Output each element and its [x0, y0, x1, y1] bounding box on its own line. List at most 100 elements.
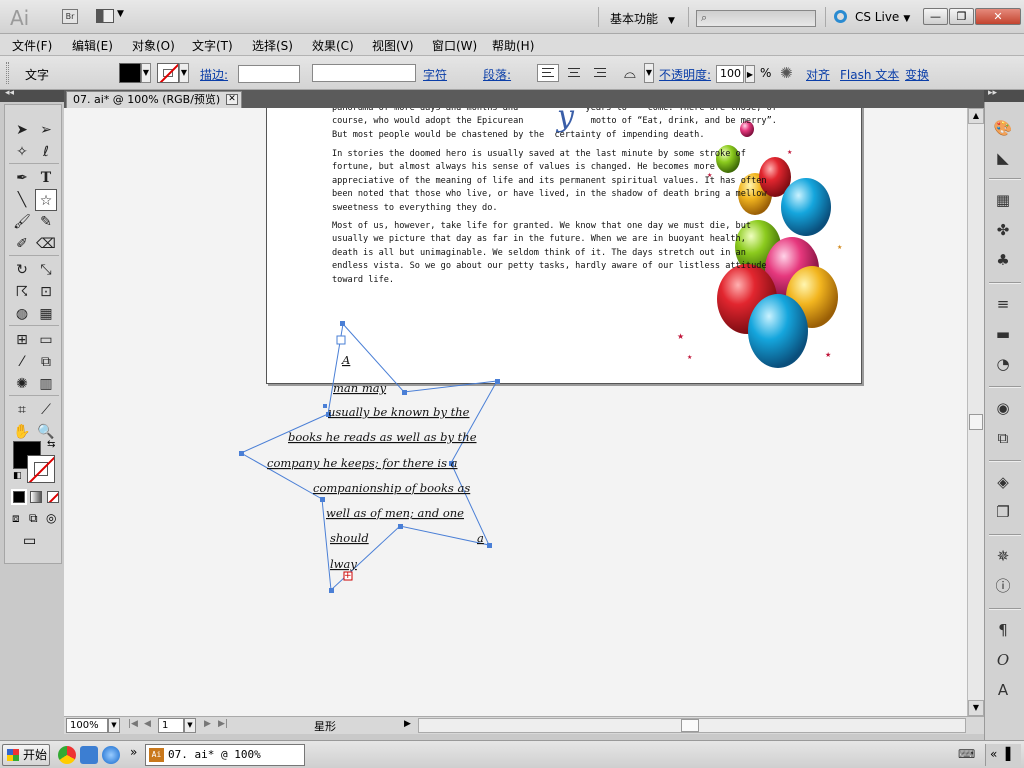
pen-tool-icon[interactable]: ✒ [11, 167, 33, 189]
lasso-icon[interactable]: ℓ [35, 141, 57, 163]
menu-edit[interactable]: 编辑(E) [72, 37, 113, 54]
chevron-right-icon[interactable]: » [130, 745, 137, 759]
opacity-label[interactable]: 不透明度: [659, 66, 711, 83]
star-tool-icon[interactable]: ☆ [35, 189, 57, 211]
start-button[interactable]: 开始 [2, 744, 50, 766]
menu-view[interactable]: 视图(V) [372, 37, 414, 54]
blob-brush-icon[interactable]: ✐ [11, 233, 33, 255]
menu-effect[interactable]: 效果(C) [312, 37, 354, 54]
panel-dock-header[interactable]: ▸▸ [984, 88, 1024, 102]
navigator-icon[interactable]: ✵ [993, 546, 1013, 566]
stroke-color-swatch[interactable] [27, 455, 55, 483]
star-text-object[interactable]: + A man may usually be known by the book… [64, 108, 967, 716]
draw-behind-icon[interactable]: ⧉ [29, 511, 38, 526]
expand-icon[interactable]: ▸▸ [988, 88, 997, 98]
info-icon[interactable]: ⓘ [993, 576, 1013, 596]
transform-panel-link[interactable]: 变换 [905, 66, 929, 83]
scroll-thumb[interactable] [681, 719, 699, 732]
scale-tool-icon[interactable]: ⤡ [35, 259, 57, 281]
selection-tool-icon[interactable]: ➤ [11, 119, 33, 141]
swap-colors-icon[interactable]: ⇆ [47, 439, 55, 450]
blend-tool-icon[interactable]: ⧉ [35, 351, 57, 373]
stroke-weight-field[interactable] [238, 65, 300, 83]
graph-tool-icon[interactable]: ▥ [35, 373, 57, 395]
brushes-icon[interactable]: ✤ [993, 220, 1013, 240]
minimize-button[interactable]: — [923, 8, 948, 25]
internet-explorer-icon[interactable] [102, 746, 120, 764]
layers-icon[interactable]: ◈ [993, 472, 1013, 492]
gradient-mode-button[interactable] [30, 491, 42, 503]
mesh-tool-icon[interactable]: ⊞ [11, 329, 33, 351]
text-in-port[interactable] [336, 335, 346, 345]
color-mode-button[interactable] [11, 489, 27, 505]
opacity-field[interactable]: 100 [716, 65, 744, 83]
keyboard-icon[interactable]: ⌨ [958, 747, 975, 761]
menu-select[interactable]: 选择(S) [252, 37, 293, 54]
align-panel-link[interactable]: 对齐 [806, 66, 830, 83]
vertical-scrollbar[interactable]: ▲ ▼ [967, 108, 984, 716]
swatches-icon[interactable]: ▦ [993, 190, 1013, 210]
arrange-documents-button[interactable]: ▼ [96, 9, 130, 25]
close-tab-button[interactable]: ✕ [226, 94, 238, 105]
zoom-dropdown[interactable]: ▼ [108, 718, 120, 733]
menu-type[interactable]: 文字(T) [192, 37, 233, 54]
close-button[interactable]: ✕ [975, 8, 1021, 25]
eyedropper-icon[interactable]: ⁄ [11, 351, 33, 373]
restore-button[interactable]: ❐ [949, 8, 974, 25]
screen-mode-icon[interactable]: ▭ [23, 533, 36, 549]
prev-artboard-button[interactable]: ◀ [144, 719, 151, 729]
opacity-stepper[interactable]: ▶ [745, 65, 755, 83]
line-tool-icon[interactable]: ╲ [11, 189, 33, 211]
fill-dropdown[interactable]: ▼ [141, 63, 151, 83]
rotate-tool-icon[interactable]: ↻ [11, 259, 33, 281]
network-icon[interactable]: ▐ [1001, 747, 1010, 761]
chrome-icon[interactable] [58, 746, 76, 764]
character-icon[interactable]: A [993, 680, 1013, 700]
menu-object[interactable]: 对象(O) [132, 37, 175, 54]
default-colors-icon[interactable]: ◧ [13, 471, 22, 481]
status-menu-arrow[interactable]: ▶ [404, 719, 411, 729]
next-artboard-button[interactable]: ▶ [204, 719, 211, 729]
artboard-number-field[interactable]: 1 [158, 718, 184, 733]
slice-tool-icon[interactable]: ⟋ [35, 399, 57, 421]
menu-file[interactable]: 文件(F) [12, 37, 52, 54]
artboard-tool-icon[interactable]: ⌗ [11, 399, 33, 421]
symbols-icon[interactable]: ♣ [993, 250, 1013, 270]
symbol-sprayer-icon[interactable]: ✺ [11, 373, 33, 395]
shape-builder-icon[interactable]: ◍ [11, 303, 33, 325]
transparency-icon[interactable]: ◔ [993, 354, 1013, 374]
bridge-button[interactable]: Br [62, 9, 78, 24]
envelope-icon[interactable]: ⌓ [624, 64, 636, 82]
type-tool-icon[interactable]: T [35, 167, 57, 189]
color-panel-icon[interactable]: 🎨 [993, 118, 1013, 138]
flash-text-link[interactable]: Flash 文本 [840, 66, 899, 83]
artboard-dropdown[interactable]: ▼ [184, 718, 196, 733]
panel-grip[interactable] [6, 62, 9, 84]
horizontal-scrollbar[interactable] [418, 718, 966, 733]
color-guide-icon[interactable]: ◣ [993, 148, 1013, 168]
fill-swatch[interactable] [119, 63, 141, 83]
stroke-swatch[interactable] [157, 63, 179, 83]
collapse-icon[interactable]: ◂◂ [5, 88, 14, 98]
artboards-icon[interactable]: ❐ [993, 502, 1013, 522]
align-center-button[interactable] [563, 64, 585, 82]
opentype-icon[interactable]: O [993, 650, 1013, 670]
font-family-field[interactable] [312, 64, 416, 82]
gradient-tool-icon[interactable]: ▭ [35, 329, 57, 351]
magic-wand-icon[interactable]: ✧ [11, 141, 33, 163]
warp-tool-icon[interactable]: ☈ [11, 281, 33, 303]
zoom-field[interactable]: 100% [66, 718, 108, 733]
none-mode-button[interactable] [47, 491, 59, 503]
workspace-switcher[interactable]: 基本功能 ▼ [610, 10, 675, 27]
menu-help[interactable]: 帮助(H) [492, 37, 534, 54]
stroke-panel-link[interactable]: 描边: [200, 66, 228, 83]
pencil-icon[interactable]: ✎ [35, 211, 57, 233]
envelope-dropdown[interactable]: ▼ [644, 63, 654, 83]
eraser-icon[interactable]: ⌫ [35, 233, 57, 255]
paragraph-icon[interactable]: ¶ [993, 620, 1013, 640]
menu-window[interactable]: 窗口(W) [432, 37, 477, 54]
qq-browser-icon[interactable] [80, 746, 98, 764]
first-artboard-button[interactable]: |◀ [128, 719, 138, 729]
appearance-icon[interactable]: ◉ [993, 398, 1013, 418]
perspective-grid-icon[interactable]: ▦ [35, 303, 57, 325]
